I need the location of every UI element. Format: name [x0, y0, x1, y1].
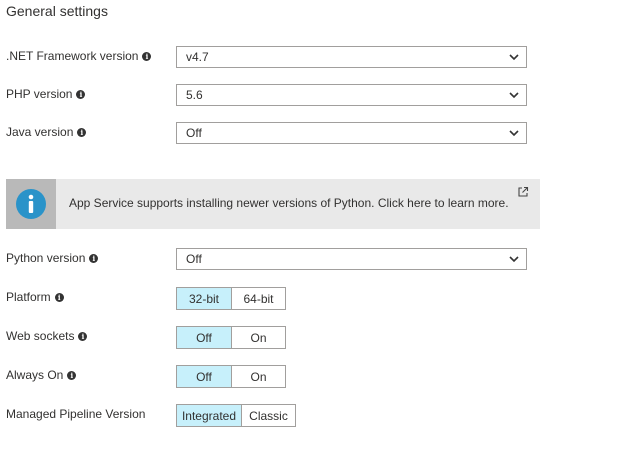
web-sockets-label-text: Web sockets: [6, 329, 75, 343]
platform-label: Platform i: [6, 290, 64, 304]
net-framework-label: .NET Framework version i: [6, 49, 152, 63]
platform-32bit-option[interactable]: 32-bit: [177, 288, 232, 309]
chevron-down-icon: [509, 54, 519, 61]
web-sockets-on-option[interactable]: On: [232, 327, 285, 348]
info-icon[interactable]: i: [76, 89, 86, 99]
php-label: PHP version i: [6, 87, 86, 101]
chevron-down-icon: [509, 256, 519, 263]
banner-icon-box: [6, 179, 56, 229]
python-info-banner[interactable]: App Service supports installing newer ve…: [6, 179, 540, 229]
python-label: Python version i: [6, 251, 99, 265]
platform-label-text: Platform: [6, 290, 51, 304]
php-select[interactable]: 5.6: [176, 84, 527, 106]
python-label-text: Python version: [6, 251, 86, 265]
net-framework-value: v4.7: [186, 50, 209, 64]
always-on-label: Always On i: [6, 368, 77, 382]
external-link-icon[interactable]: [517, 186, 529, 198]
java-select[interactable]: Off: [176, 122, 527, 144]
always-on-on-option[interactable]: On: [232, 366, 285, 387]
platform-toggle: 32-bit 64-bit: [176, 287, 286, 310]
net-framework-select[interactable]: v4.7: [176, 46, 527, 68]
info-icon[interactable]: i: [77, 127, 87, 137]
pipeline-integrated-option[interactable]: Integrated: [177, 405, 242, 426]
php-label-text: PHP version: [6, 87, 73, 101]
section-heading: General settings: [6, 3, 108, 19]
web-sockets-label: Web sockets i: [6, 329, 88, 343]
php-value: 5.6: [186, 88, 203, 102]
web-sockets-toggle: Off On: [176, 326, 286, 349]
platform-64bit-option[interactable]: 64-bit: [232, 288, 285, 309]
info-icon[interactable]: i: [78, 331, 88, 341]
pipeline-label: Managed Pipeline Version: [6, 407, 145, 421]
always-on-toggle: Off On: [176, 365, 286, 388]
banner-message[interactable]: App Service supports installing newer ve…: [69, 196, 509, 210]
general-settings-panel: General settings .NET Framework version …: [0, 0, 636, 453]
java-label-text: Java version: [6, 125, 74, 139]
java-label: Java version i: [6, 125, 87, 139]
info-icon[interactable]: i: [67, 370, 77, 380]
pipeline-classic-option[interactable]: Classic: [242, 405, 295, 426]
net-framework-label-text: .NET Framework version: [6, 49, 139, 63]
python-select[interactable]: Off: [176, 248, 527, 270]
web-sockets-off-option[interactable]: Off: [177, 327, 232, 348]
info-icon[interactable]: i: [89, 253, 99, 263]
chevron-down-icon: [509, 130, 519, 137]
pipeline-toggle: Integrated Classic: [176, 404, 296, 427]
java-value: Off: [186, 126, 202, 140]
chevron-down-icon: [509, 92, 519, 99]
info-icon[interactable]: i: [142, 51, 152, 61]
python-value: Off: [186, 252, 202, 266]
pipeline-label-text: Managed Pipeline Version: [6, 407, 146, 421]
always-on-off-option[interactable]: Off: [177, 366, 232, 387]
always-on-label-text: Always On: [6, 368, 64, 382]
info-circle-icon: [16, 189, 46, 219]
info-icon[interactable]: i: [54, 292, 64, 302]
